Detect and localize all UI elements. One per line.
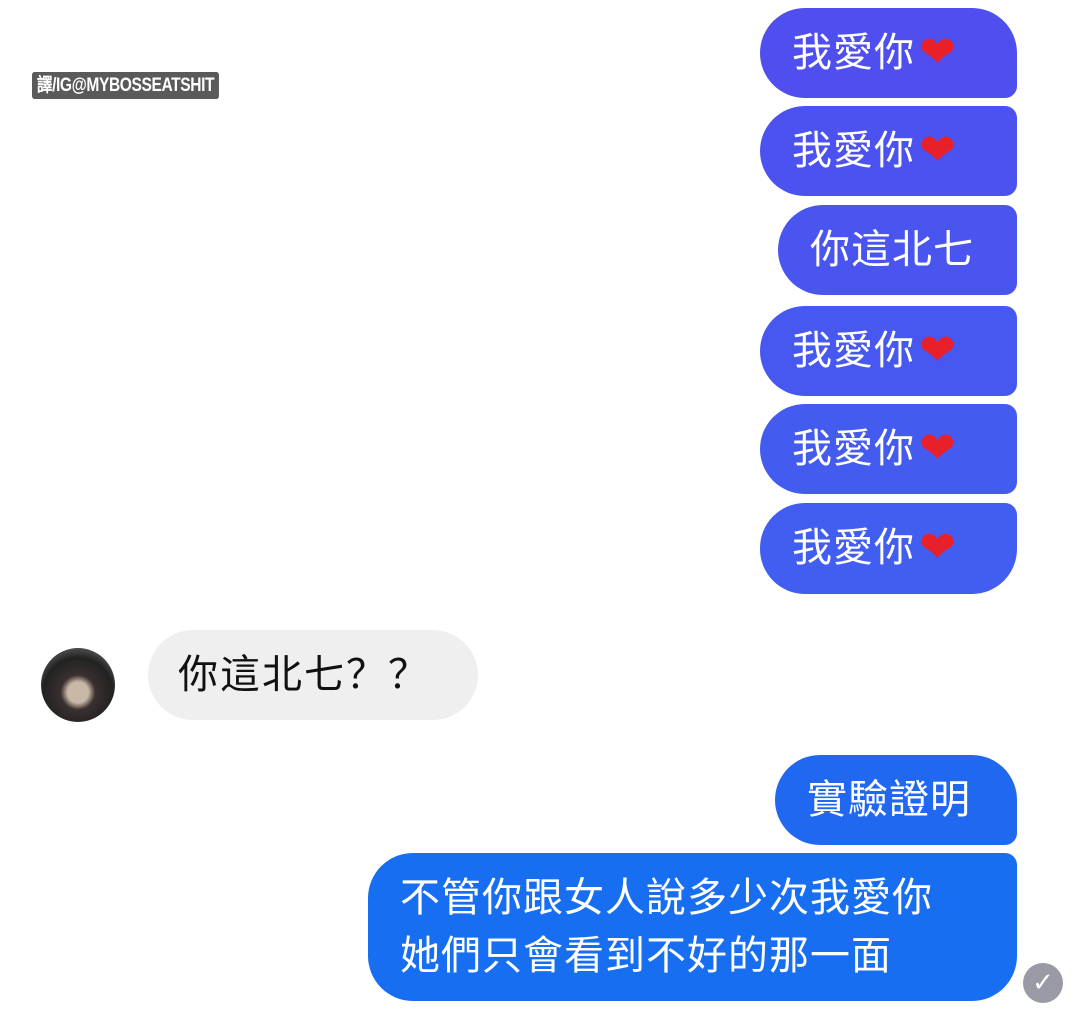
sent-message[interactable]: 我愛你❤ [760,106,1017,196]
sent-message[interactable]: 我愛你❤ [760,404,1017,494]
message-text-line-1: 不管你跟女人說多少次我愛你 [400,875,933,921]
sent-message[interactable]: 不管你跟女人說多少次我愛你 她們只會看到不好的那一面 [368,853,1017,1001]
message-text: 實驗證明 [807,777,971,823]
message-text: 我愛你 [792,128,915,174]
watermark: 譯/IG@MYBOSSEATSHIT [32,72,220,99]
message-text: 我愛你 [792,328,915,374]
heart-icon: ❤ [919,27,957,78]
sent-message[interactable]: 實驗證明 [775,755,1017,845]
sent-message[interactable]: 你這北七 [778,205,1017,295]
heart-icon: ❤ [919,522,957,573]
sent-message[interactable]: 我愛你❤ [760,503,1017,594]
received-message[interactable]: 你這北七？？ [148,630,478,720]
heart-icon: ❤ [919,125,957,176]
heart-icon: ❤ [919,325,957,376]
heart-icon: ❤ [919,423,957,474]
check-circle-icon: ✓ [1023,963,1063,1003]
avatar[interactable] [41,648,115,722]
sent-message[interactable]: 我愛你❤ [760,8,1017,98]
message-text: 我愛你 [792,30,915,76]
message-text: 我愛你 [792,426,915,472]
message-text: 我愛你 [792,525,915,571]
sent-message[interactable]: 我愛你❤ [760,306,1017,396]
message-text-line-2: 她們只會看到不好的那一面 [400,933,892,979]
message-text: 你這北七 [810,227,974,273]
